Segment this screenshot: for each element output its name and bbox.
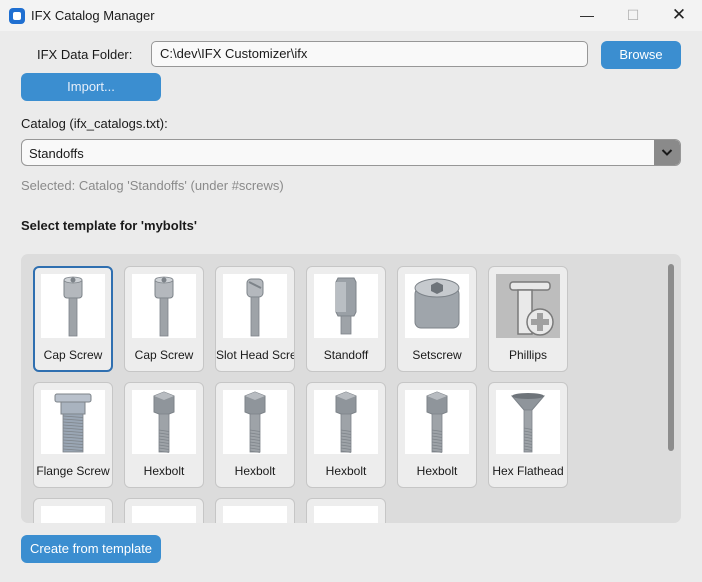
template-tile[interactable] [33,498,113,523]
template-tile[interactable]: Cap Screw [33,266,113,372]
template-tile-label: Hex Flathead [492,464,564,478]
partial-screw-icon [41,506,105,523]
folder-label: IFX Data Folder: [37,47,133,62]
template-tile[interactable] [124,498,204,523]
hexbolt-icon [132,390,196,454]
window-title: IFX Catalog Manager [31,8,155,23]
template-tile[interactable]: Hexbolt [306,382,386,488]
template-tile-label: Cap Screw [134,348,194,362]
template-tile-label: Cap Screw [43,348,103,362]
template-tile-label: Hexbolt [325,464,367,478]
cap-screw-icon [132,274,196,338]
slot-head-screw-icon [223,274,287,338]
template-tile-label: Setscrew [412,348,462,362]
template-tile-label: Slot Head Screw [216,348,294,362]
title-bar: IFX Catalog Manager — ☐ ✕ [0,0,702,31]
template-tile[interactable]: Setscrew [397,266,477,372]
template-tile-label: Hexbolt [143,464,185,478]
maximize-button[interactable]: ☐ [610,0,656,31]
flange-screw-icon [41,390,105,454]
phillips-icon [496,274,560,338]
template-tile[interactable]: Hexbolt [124,382,204,488]
template-tile-label: Hexbolt [416,464,458,478]
partial-screw-icon [223,506,287,523]
browse-button[interactable]: Browse [601,41,681,69]
template-tile-label: Standoff [323,348,369,362]
minimize-button[interactable]: — [564,0,610,31]
cap-screw-icon [41,274,105,338]
template-tile[interactable]: Hexbolt [397,382,477,488]
catalog-dropdown[interactable]: Standoffs [21,139,681,166]
hexbolt-icon [314,390,378,454]
template-tile[interactable] [215,498,295,523]
template-tile-label: Phillips [508,348,547,362]
standoff-icon [314,274,378,338]
app-icon [9,8,25,24]
template-tile[interactable]: Standoff [306,266,386,372]
template-grid: Cap Screw Cap Screw Slot Head Screw Stan… [21,254,681,523]
import-button[interactable]: Import... [21,73,161,101]
setscrew-icon [405,274,469,338]
chevron-down-icon [661,149,673,156]
dropdown-arrow-button[interactable] [654,140,680,165]
app-window: IFX Catalog Manager — ☐ ✕ IFX Data Folde… [0,0,702,582]
template-tile[interactable]: Cap Screw [124,266,204,372]
hex-flathead-icon [496,390,560,454]
catalog-selected-value: Standoffs [29,146,84,161]
close-button[interactable]: ✕ [656,0,702,31]
hexbolt-icon [405,390,469,454]
selection-status: Selected: Catalog 'Standoffs' (under #sc… [21,178,284,193]
template-grid-scrollbar[interactable] [668,264,674,451]
hexbolt-icon [223,390,287,454]
template-section-title: Select template for 'mybolts' [21,218,197,233]
folder-path-input[interactable]: C:\dev\IFX Customizer\ifx [151,41,588,67]
template-tile-label: Flange Screw [36,464,110,478]
template-tile[interactable]: Hexbolt [215,382,295,488]
catalog-label: Catalog (ifx_catalogs.txt): [21,116,168,131]
template-tile[interactable]: Phillips [488,266,568,372]
template-tile[interactable]: Slot Head Screw [215,266,295,372]
template-tile[interactable]: Flange Screw [33,382,113,488]
template-tile[interactable] [306,498,386,523]
create-from-template-button[interactable]: Create from template [21,535,161,563]
template-tile[interactable]: Hex Flathead [488,382,568,488]
partial-screw-icon [314,506,378,523]
partial-screw-icon [132,506,196,523]
template-tile-label: Hexbolt [234,464,276,478]
